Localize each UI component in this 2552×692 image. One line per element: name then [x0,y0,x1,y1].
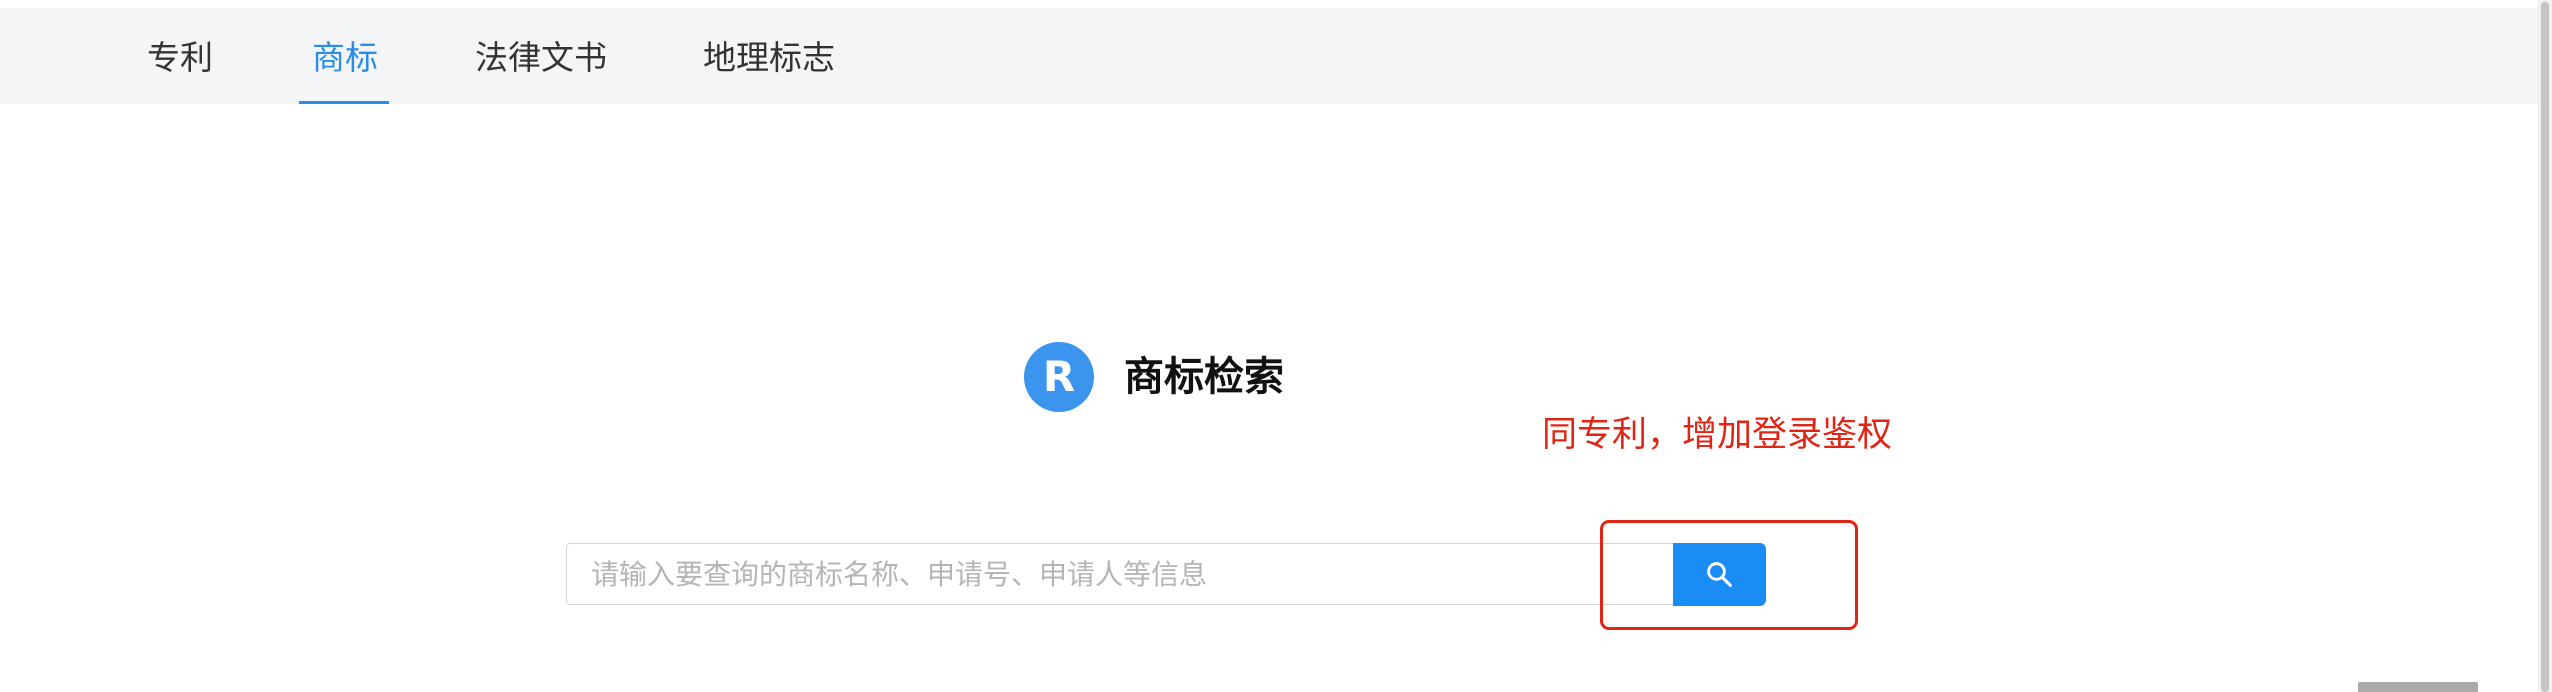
tab-geographical-indications[interactable]: 地理标志 [703,8,835,104]
tab-trademark[interactable]: 商标 [299,8,389,104]
trademark-logo-icon: R [1024,342,1094,412]
tab-legal-documents[interactable]: 法律文书 [475,8,607,104]
horizontal-scrollbar-thumb[interactable] [2358,682,2478,692]
page-title: 商标检索 [1124,354,1284,400]
active-tab-indicator [299,101,389,104]
annotation-highlight-box [1600,520,1858,630]
annotation-text: 同专利，增加登录鉴权 [1542,415,1893,455]
vertical-scrollbar-thumb[interactable] [2541,2,2549,692]
tab-trademark-label: 商标 [312,38,378,77]
tab-bar: 专利 商标 法律文书 地理标志 [0,8,2538,104]
vertical-scrollbar[interactable] [2538,0,2552,692]
search-input[interactable] [566,543,1674,605]
tab-patent[interactable]: 专利 [147,8,213,104]
